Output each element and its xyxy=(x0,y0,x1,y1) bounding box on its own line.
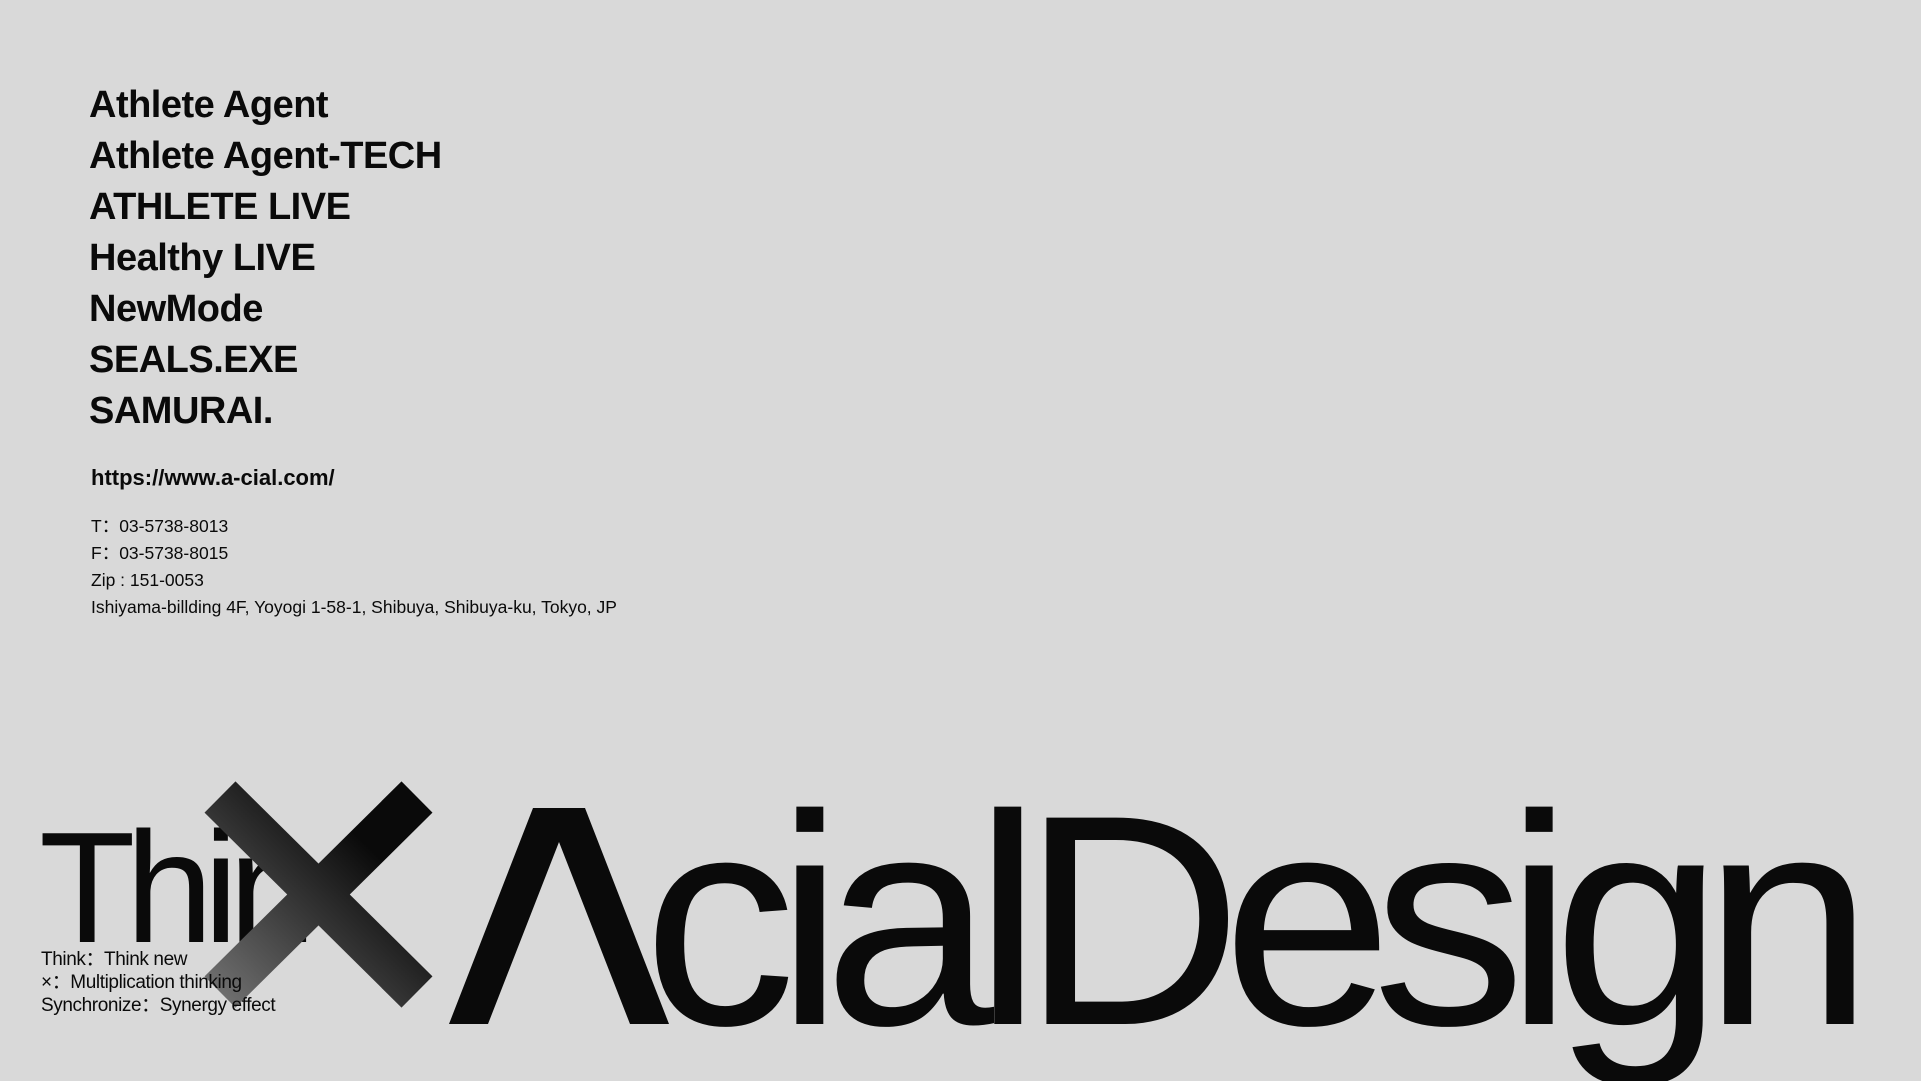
website-link[interactable]: https://www.a-cial.com/ xyxy=(91,465,335,491)
brand-link-seals-exe[interactable]: SEALS.EXE xyxy=(89,335,442,386)
contact-zip: Zip : 151-0053 xyxy=(91,570,204,590)
contact-fax: F：03-5738-8015 xyxy=(91,543,229,563)
brand-link-athlete-agent-tech[interactable]: Athlete Agent-TECH xyxy=(89,131,442,182)
brand-link-samurai[interactable]: SAMURAI. xyxy=(89,386,442,437)
caption-think: Think：Think new xyxy=(41,949,188,970)
brand-link-athlete-agent[interactable]: Athlete Agent xyxy=(89,80,442,131)
think-captions: Think：Think new ×：Multiplication thinkin… xyxy=(41,948,276,1017)
wordmark-company-text: cialDesign xyxy=(643,780,1856,1081)
brand-link-newmode[interactable]: NewMode xyxy=(89,284,442,335)
contact-address: Ishiyama-billding 4F, Yoyogi 1-58-1, Shi… xyxy=(91,597,617,617)
contact-tel: T：03-5738-8013 xyxy=(91,516,229,536)
company-wordmark: Thin cialDesign xyxy=(40,780,1880,1081)
contact-info: T：03-5738-8013 F：03-5738-8015 Zip : 151-… xyxy=(91,513,617,621)
brand-link-athlete-live[interactable]: ATHLETE LIVE xyxy=(89,182,442,233)
brand-link-healthy-live[interactable]: Healthy LIVE xyxy=(89,233,442,284)
wordmark-svg: Thin cialDesign xyxy=(40,780,1876,1081)
brand-list: Athlete Agent Athlete Agent-TECH ATHLETE… xyxy=(89,80,442,437)
lambda-a-icon xyxy=(449,808,669,1024)
caption-multiplication: ×：Multiplication thinking xyxy=(41,972,242,993)
caption-synchronize: Synchronize：Synergy effect xyxy=(41,995,276,1016)
